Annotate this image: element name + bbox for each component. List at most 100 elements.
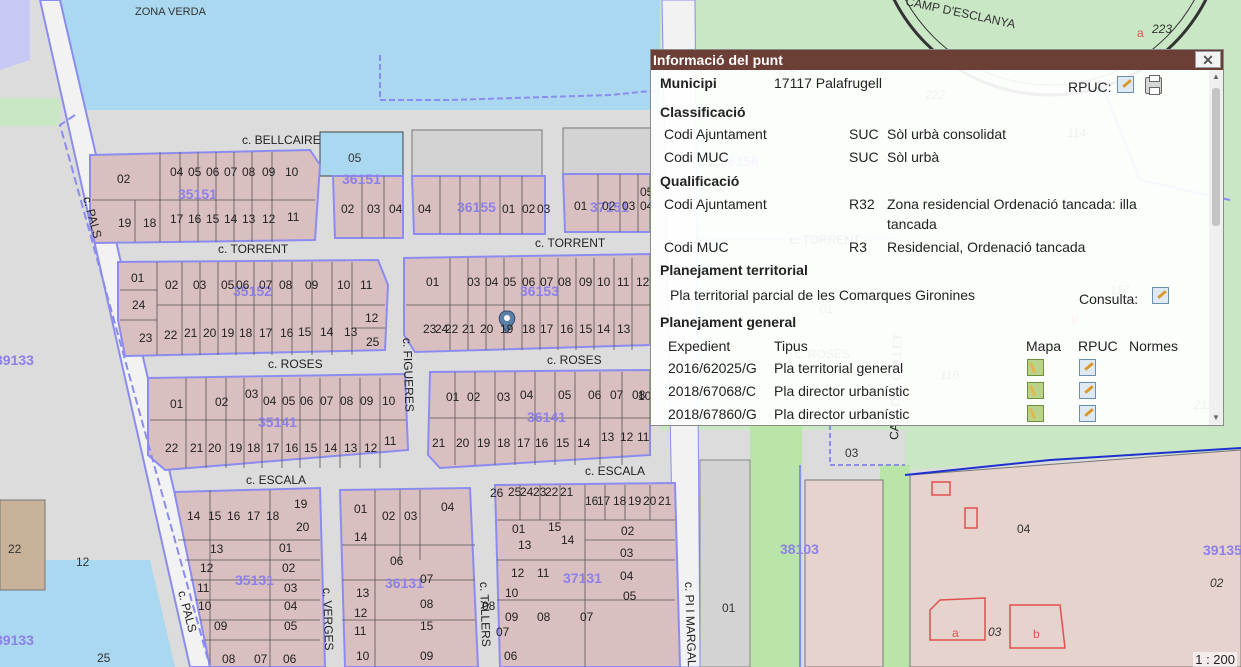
tipus-cell: Pla director urbanístic: [774, 383, 910, 399]
parcel-number: 18: [239, 326, 253, 340]
parcel-number: 14: [224, 212, 238, 226]
street-label: c. FIGUERES: [400, 338, 417, 412]
map-icon[interactable]: [1027, 405, 1044, 422]
parcel-number: 17: [266, 441, 280, 455]
land-parcel: [804, 479, 884, 667]
zone-label: ZONA VERDA: [135, 6, 207, 18]
parcel-number: 02: [341, 202, 355, 216]
expedient-cell: 2018/67068/C: [668, 383, 756, 399]
parcel-number: 05: [623, 589, 637, 603]
parcel-number: 15: [420, 619, 434, 633]
parcel-number: 04: [520, 388, 534, 402]
parcel-number: 15: [304, 441, 318, 455]
parcel-number: 24: [520, 485, 534, 499]
popup-body: Municipi 17117 Palafrugell RPUC: Classif…: [651, 70, 1209, 425]
parcel-number: 06: [300, 394, 314, 408]
parcel-number: 20: [208, 441, 222, 455]
parcel-number: 19: [294, 497, 308, 511]
parcel-number: 07: [254, 652, 268, 666]
parcel-number: 17: [247, 509, 261, 523]
small-label: 25: [97, 651, 111, 665]
print-icon[interactable]: [1145, 75, 1162, 95]
consulta-icon[interactable]: [1152, 287, 1169, 304]
parcel-number: 05: [284, 619, 298, 633]
parcel-number: 11: [354, 624, 367, 638]
municipi-label: Municipi: [660, 75, 717, 91]
parcel-number: 06: [390, 554, 404, 568]
small-label: 22: [8, 542, 22, 556]
scroll-down-arrow-icon[interactable]: ▼: [1209, 411, 1223, 425]
parcel-number: 20: [643, 494, 657, 508]
water-area: [40, 0, 660, 110]
classificacio-heading: Classificació: [660, 104, 746, 120]
col-expedient: Expedient: [668, 338, 731, 354]
col-rpuc: RPUC: [1078, 338, 1118, 354]
parcel-number: 10: [198, 599, 212, 613]
parcel-number: 10: [382, 394, 396, 408]
parcel-number: 19: [118, 216, 132, 230]
close-icon: ✕: [1202, 52, 1214, 68]
rpuc-icon[interactable]: [1079, 405, 1096, 422]
rpuc-icon[interactable]: [1079, 359, 1096, 376]
scroll-up-arrow-icon[interactable]: ▲: [1209, 70, 1223, 84]
parcel-number: 04: [389, 202, 403, 216]
tipus-cell: Pla territorial general: [774, 360, 904, 376]
parcel-number: 02: [467, 390, 481, 404]
parcel-number: 04: [485, 275, 499, 289]
map-icon[interactable]: [1027, 382, 1044, 399]
qual-row-label: Codi Ajuntament: [664, 196, 767, 212]
close-button[interactable]: ✕: [1195, 51, 1221, 68]
map-scale: 1 : 200: [1193, 652, 1237, 667]
block-id: 36131: [385, 575, 424, 591]
parcel-number: 08: [482, 599, 496, 613]
qual-row-desc: Residencial, Ordenació tancada: [887, 239, 1086, 255]
parcel-number: 06: [283, 652, 297, 666]
parcel-number: 14: [187, 509, 201, 523]
parcel-number: 19: [221, 326, 235, 340]
block-id: 36155: [457, 199, 496, 215]
class-row-label: Codi MUC: [664, 149, 729, 165]
street-label: c. TORRENT: [218, 242, 289, 256]
parcel-number: 06: [206, 165, 220, 179]
parcel-number: 20: [296, 520, 310, 534]
parcel-number: 12: [200, 561, 214, 575]
parcel-number: 07: [224, 165, 238, 179]
map-icon[interactable]: [1027, 359, 1044, 376]
parcel-number: 15: [556, 436, 570, 450]
rpuc-edit-icon[interactable]: [1117, 76, 1134, 93]
parcel-number: 02: [522, 202, 536, 216]
parcel-number: 16: [188, 212, 202, 226]
street-label: c. VERGES: [320, 588, 336, 651]
popup-header: Informació del punt ✕: [651, 50, 1223, 70]
block-id: 37131: [563, 570, 602, 586]
parcel-number: 08: [420, 597, 434, 611]
parcel-number: 12: [262, 212, 276, 226]
parcel-number: 03: [622, 199, 636, 213]
parcel-number: 04: [170, 165, 184, 179]
parcel-number: 01: [574, 199, 588, 213]
parcel-number: 11: [197, 581, 210, 595]
parcel-number: 03: [193, 278, 207, 292]
parcel-number: 13: [210, 542, 224, 556]
parcel-number: 17: [540, 322, 554, 336]
small-label: 03: [988, 625, 1002, 639]
qual-row-desc-cont: tancada: [887, 216, 937, 232]
green-area: [880, 465, 910, 667]
parcel-number: 21: [560, 485, 574, 499]
parcel-number: 05: [503, 275, 517, 289]
scroll-thumb[interactable]: [1212, 88, 1220, 226]
parcel-number: 02: [165, 278, 179, 292]
rpuc-icon[interactable]: [1079, 382, 1096, 399]
parcel-number: 14: [320, 325, 334, 339]
point-info-popup: Informació del punt ✕ Municipi 17117 Pal…: [650, 49, 1224, 426]
parcel-number: 19: [229, 441, 243, 455]
parcel-number: 12: [620, 430, 634, 444]
popup-scrollbar[interactable]: ▲ ▼: [1209, 70, 1223, 425]
parcel-number: 16: [280, 326, 294, 340]
street-label: c. TALLERS: [477, 582, 493, 647]
parcel-number: 20: [203, 326, 217, 340]
parcel-number: 18: [266, 509, 280, 523]
parcel-number: 15: [206, 212, 220, 226]
parcel-number: 09: [305, 278, 319, 292]
parcel-number: 18: [497, 436, 511, 450]
